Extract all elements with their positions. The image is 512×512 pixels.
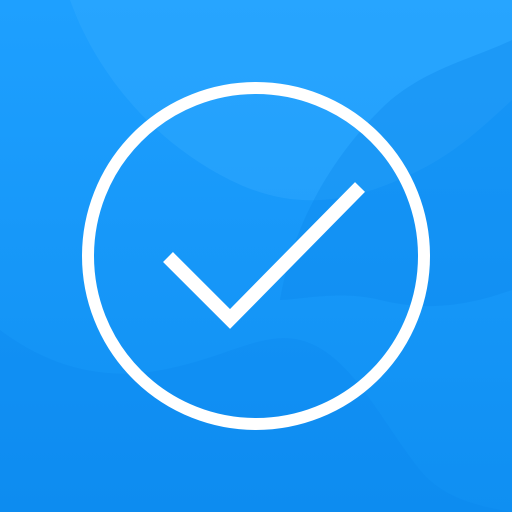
app-icon bbox=[0, 0, 512, 512]
app-icon-graphic bbox=[0, 0, 512, 512]
